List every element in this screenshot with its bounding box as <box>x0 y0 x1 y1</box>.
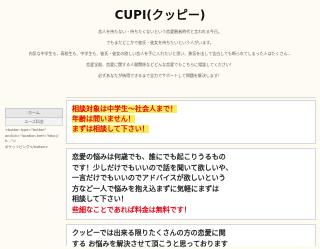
intro-line: でもまだどこかで彼氏・彼女を持ちたいという人がいます。 <box>0 37 320 48</box>
footer-line: する お悩みを解決させて頂こうと思っております <box>72 239 310 249</box>
message-line: 一言だけでもいいのでアドバイスが欲しいという <box>72 173 310 184</box>
message-line: 相談して下さい！ <box>72 194 310 205</box>
intro-line: 内気な中学生も、高校生も、中学生も、彼氏・彼女の欲しい恋人を手に入れたいと思い、… <box>0 48 320 59</box>
intro-line: 必ずあなたが納得できるまで全力でサポートして問題を解決します！ <box>0 70 320 81</box>
intro-line: 恋愛全般、恋愛に関する人間関係などどんな恋愛でもこちらに相談してください！ <box>0 59 320 70</box>
notice-highlight: まずは相談して下さい！ <box>72 125 149 133</box>
notice-line: まずは相談して下さい！ <box>72 124 310 134</box>
sidebar-pricing-link[interactable]: ユーズ料金 <box>5 118 63 126</box>
notice-highlight: 相談対象は中学生～社会人まで！ <box>72 105 177 113</box>
divider <box>66 97 316 98</box>
notice-highlight: 年齢は問いません！ <box>72 115 135 123</box>
notice-line: 相談対象は中学生～社会人まで！ <box>72 104 310 114</box>
notice-box: 相談対象は中学生～社会人まで！ 年齢は問いません！ まずは相談して下さい！ <box>66 100 316 144</box>
footer-box: クッピーでは出来る限りたくさんの方の恋愛に関 する お悩みを解決させて頂こうと思… <box>66 224 316 246</box>
sidebar: ホーム ユーズ料金 <button type="button" onclick=… <box>5 108 63 150</box>
message-line: 方など一人で悩みを抱え込まずに気軽にまずは <box>72 184 310 195</box>
intro-section: 恋人を持たない・持ちたくないという恋愛観者時代と言われる今日。 でもまだどこかで… <box>0 26 320 81</box>
page-title: CUPI(クッピー) <box>0 6 320 23</box>
message-line: です！少しだけでもいいので話を聞いて欲しいや、 <box>72 163 310 174</box>
intro-line: 恋人を持たない・持ちたくないという恋愛観者時代と言われる今日。 <box>0 26 320 37</box>
message-line: 恋愛の悩みは何歳でも、誰にでも起こりうるもの <box>72 152 310 163</box>
footer-line: クッピーでは出来る限りたくさんの方の恋愛に関 <box>72 228 310 239</box>
message-box: 恋愛の悩みは何歳でも、誰にでも起こりうるもの です！少しだけでもいいので話を聞い… <box>66 148 316 220</box>
free-notice-line: 些細なことであれば料金は無料です！ <box>72 205 310 216</box>
sidebar-home-link[interactable]: ホーム <box>5 108 63 118</box>
sidebar-code-text: <button type="button" onclick="location.… <box>5 128 63 150</box>
notice-line: 年齢は問いません！ <box>72 114 310 124</box>
